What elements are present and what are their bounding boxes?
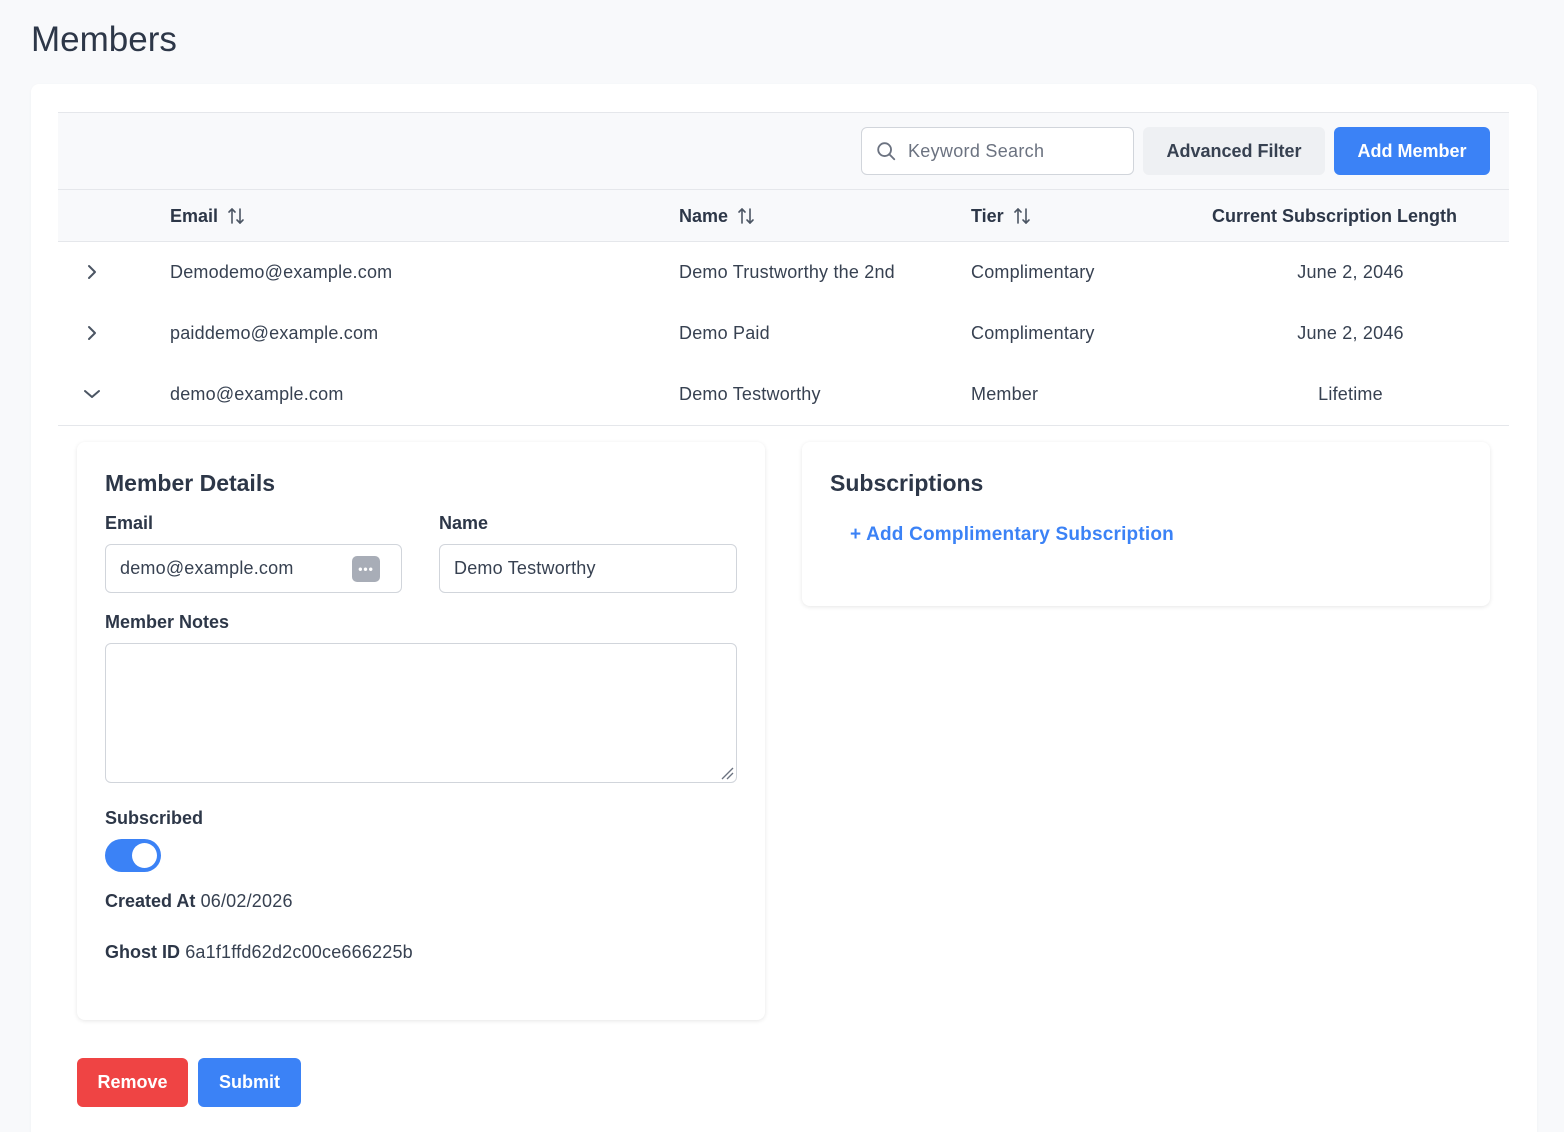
cell-name: Demo Trustworthy the 2nd (679, 262, 895, 282)
email-label: Email (105, 513, 154, 533)
member-details-title: Member Details (105, 470, 276, 496)
sort-icon[interactable] (737, 206, 755, 226)
name-label: Name (439, 513, 489, 533)
subscriptions-title: Subscriptions (830, 470, 984, 496)
created-at-value: 06/02/2026 (200, 891, 293, 911)
cell-subscription-length: June 2, 2046 (1297, 323, 1404, 343)
name-field[interactable]: Demo Testworthy (439, 544, 737, 593)
email-field-value: demo@example.com (120, 558, 294, 578)
cell-subscription-length: Lifetime (1318, 384, 1383, 404)
member-notes-label: Member Notes (105, 612, 230, 632)
cell-email: demo@example.com (170, 384, 344, 404)
search-icon (877, 142, 896, 161)
password-manager-icon[interactable]: ••• (352, 556, 380, 582)
cell-email: paiddemo@example.com (170, 323, 379, 343)
sort-icon[interactable] (227, 206, 245, 226)
chevron-down-icon[interactable] (82, 384, 102, 404)
advanced-filter-button[interactable]: Advanced Filter (1143, 127, 1325, 175)
column-header-subscription-length: Current Subscription Length (1212, 190, 1457, 242)
chevron-right-icon[interactable] (82, 262, 102, 282)
column-header-email[interactable]: Email (170, 190, 245, 242)
column-header-label: Tier (971, 205, 1004, 226)
ghost-id: Ghost ID 6a1f1ffd62d2c00ce666225b (105, 942, 413, 963)
subscribed-label: Subscribed (105, 808, 204, 828)
remove-button[interactable]: Remove (77, 1058, 188, 1107)
created-at: Created At 06/02/2026 (105, 891, 293, 912)
ghost-id-label: Ghost ID (105, 942, 180, 962)
sort-icon[interactable] (1013, 206, 1031, 226)
page-title: Members (31, 20, 177, 59)
subscriptions-panel: Subscriptions + Add Complimentary Subscr… (802, 442, 1490, 606)
column-header-tier[interactable]: Tier (971, 190, 1031, 242)
table-header: Email Name Tier Current Subscription Len… (58, 190, 1509, 242)
cell-subscription-length: June 2, 2046 (1297, 262, 1404, 282)
cell-email: Demodemo@example.com (170, 262, 393, 282)
column-header-label: Current Subscription Length (1212, 205, 1457, 226)
cell-name: Demo Paid (679, 323, 770, 343)
submit-button[interactable]: Submit (198, 1058, 301, 1107)
chevron-right-icon[interactable] (82, 323, 102, 343)
created-at-label: Created At (105, 891, 196, 911)
add-complimentary-subscription-link[interactable]: + Add Complimentary Subscription (850, 524, 1174, 546)
subscribed-toggle[interactable] (105, 839, 161, 872)
column-header-name[interactable]: Name (679, 190, 755, 242)
column-header-label: Email (170, 205, 219, 226)
member-notes-textarea[interactable] (105, 643, 737, 783)
table-row[interactable]: paiddemo@example.com Demo Paid Complimen… (58, 303, 1509, 365)
toggle-knob (132, 843, 157, 868)
keyword-search[interactable] (861, 127, 1134, 175)
search-input[interactable] (908, 128, 1128, 174)
ghost-id-value: 6a1f1ffd62d2c00ce666225b (185, 942, 413, 962)
cell-tier: Complimentary (971, 262, 1095, 282)
table-toolbar: Advanced Filter Add Member (58, 112, 1509, 190)
resize-handle-icon[interactable] (720, 766, 734, 780)
members-card: Advanced Filter Add Member Email Name Ti… (31, 84, 1537, 1132)
table-row-expanded[interactable]: demo@example.com Demo Testworthy Member … (58, 364, 1509, 426)
cell-name: Demo Testworthy (679, 384, 821, 404)
column-header-label: Name (679, 205, 729, 226)
member-details-panel: Member Details Email demo@example.com ••… (77, 442, 765, 1020)
cell-tier: Complimentary (971, 323, 1095, 343)
email-field[interactable]: demo@example.com ••• (105, 544, 402, 593)
add-member-button[interactable]: Add Member (1334, 127, 1490, 175)
table-row[interactable]: Demodemo@example.com Demo Trustworthy th… (58, 242, 1509, 304)
name-field-value: Demo Testworthy (454, 558, 596, 578)
cell-tier: Member (971, 384, 1039, 404)
